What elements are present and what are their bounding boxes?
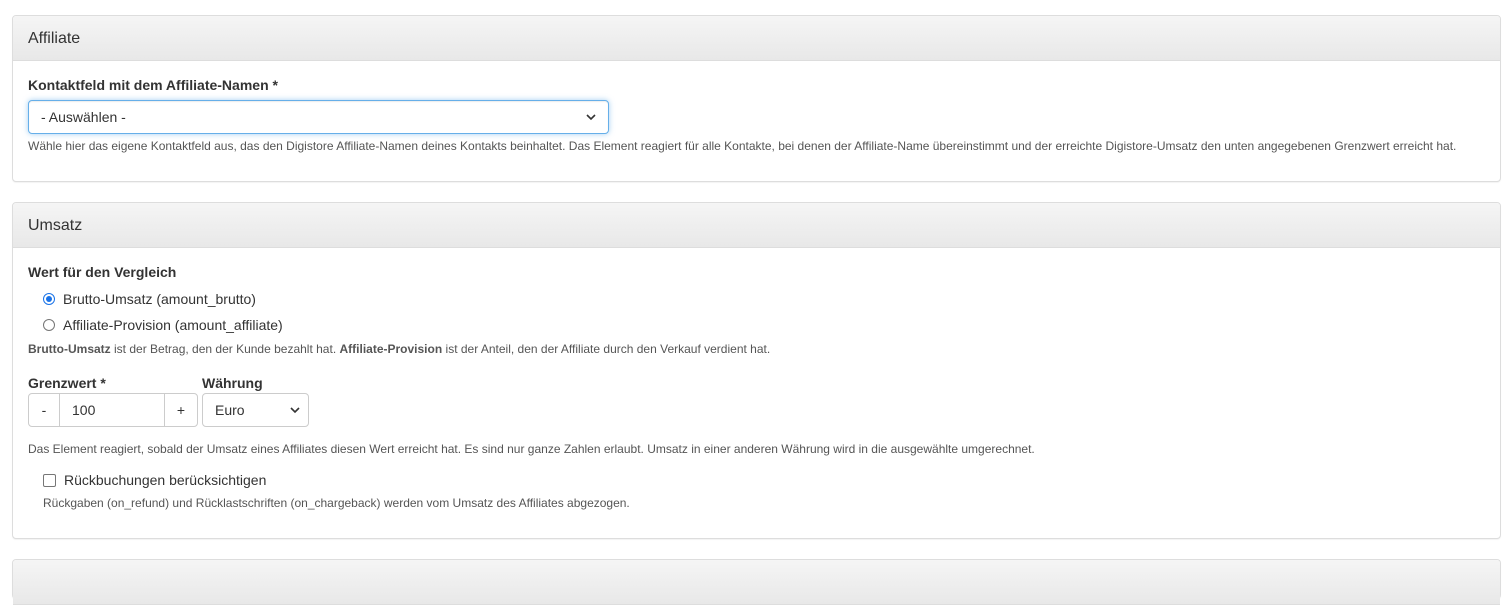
radio-label-affiliate: Affiliate-Provision (amount_affiliate): [63, 317, 283, 333]
refund-checkbox-label: Rückbuchungen berücksichtigen: [64, 472, 267, 488]
affiliate-panel: Affiliate Kontaktfeld mit dem Affiliate-…: [12, 15, 1501, 182]
radio-button-affiliate[interactable]: [43, 319, 55, 331]
refund-checkbox[interactable]: [43, 473, 56, 487]
threshold-stepper: - 100 +: [28, 393, 198, 427]
next-panel-heading: [13, 560, 1500, 605]
threshold-input[interactable]: 100: [60, 393, 164, 427]
affiliate-panel-title: Affiliate: [13, 16, 1500, 61]
compare-help-text-2: ist der Anteil, den der Affiliate durch …: [442, 342, 771, 356]
chevron-down-icon: [586, 114, 596, 121]
compare-help: Brutto-Umsatz ist der Betrag, den der Ku…: [28, 342, 770, 356]
currency-select[interactable]: Euro: [202, 393, 309, 427]
radio-option-affiliate[interactable]: Affiliate-Provision (amount_affiliate): [43, 317, 283, 333]
threshold-label: Grenzwert *: [28, 375, 106, 391]
currency-select-value: Euro: [215, 402, 245, 418]
affiliate-field-help: Wähle hier das eigene Kontaktfeld aus, d…: [28, 139, 1457, 153]
refund-help: Rückgaben (on_refund) und Rücklastschrif…: [43, 496, 630, 510]
compare-label: Wert für den Vergleich: [28, 264, 177, 280]
currency-label: Währung: [202, 375, 263, 391]
umsatz-panel: Umsatz Wert für den Vergleich Brutto-Ums…: [12, 202, 1501, 539]
threshold-help: Das Element reagiert, sobald der Umsatz …: [28, 442, 1035, 456]
compare-help-term-affiliate: Affiliate-Provision: [339, 342, 443, 356]
affiliate-field-select[interactable]: - Auswählen -: [28, 100, 609, 134]
compare-help-term-brutto: Brutto-Umsatz: [28, 342, 111, 356]
threshold-minus-button[interactable]: -: [28, 393, 60, 427]
compare-help-text-1: ist der Betrag, den der Kunde bezahlt ha…: [110, 342, 340, 356]
umsatz-panel-title: Umsatz: [13, 203, 1500, 248]
refund-checkbox-row[interactable]: Rückbuchungen berücksichtigen: [43, 472, 266, 488]
radio-button-brutto[interactable]: [43, 293, 55, 305]
affiliate-field-select-value: - Auswählen -: [41, 109, 126, 125]
radio-label-brutto: Brutto-Umsatz (amount_brutto): [63, 291, 256, 307]
radio-option-brutto[interactable]: Brutto-Umsatz (amount_brutto): [43, 291, 256, 307]
chevron-down-icon: [290, 407, 300, 414]
next-panel: [12, 559, 1501, 605]
threshold-plus-button[interactable]: +: [164, 393, 198, 427]
affiliate-field-label: Kontaktfeld mit dem Affiliate-Namen *: [28, 77, 278, 93]
